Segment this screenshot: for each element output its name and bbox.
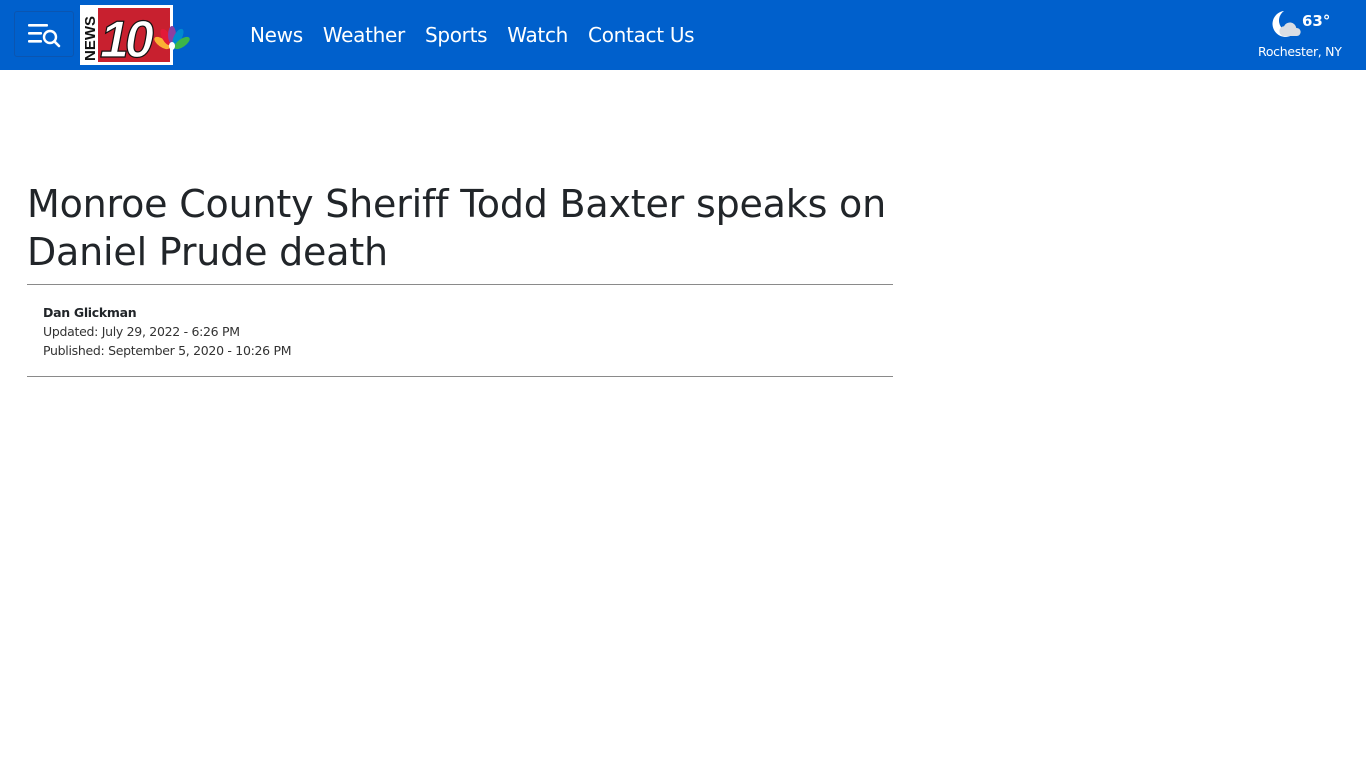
news10-logo[interactable]: NEWS 10 bbox=[80, 5, 190, 70]
article-updated: Updated: July 29, 2022 - 6:26 PM bbox=[43, 324, 240, 339]
article-byline: Dan Glickman Updated: July 29, 2022 - 6:… bbox=[27, 285, 893, 376]
logo-news-text: NEWS bbox=[82, 16, 99, 61]
article-author[interactable]: Dan Glickman bbox=[43, 303, 877, 322]
article: Monroe County Sheriff Todd Baxter speaks… bbox=[27, 180, 893, 377]
menu-search-icon bbox=[28, 24, 61, 48]
divider bbox=[27, 376, 893, 377]
menu-search-button[interactable] bbox=[14, 11, 74, 57]
weather-location: Rochester, NY bbox=[1258, 44, 1342, 59]
moon-cloud-icon bbox=[1272, 11, 1301, 37]
nav-sports[interactable]: Sports bbox=[415, 0, 497, 70]
article-published: Published: September 5, 2020 - 10:26 PM bbox=[43, 343, 292, 358]
nav-weather[interactable]: Weather bbox=[313, 0, 415, 70]
article-headline: Monroe County Sheriff Todd Baxter speaks… bbox=[27, 182, 886, 274]
weather-widget[interactable]: 63° Rochester, NY bbox=[1250, 6, 1350, 64]
nav-watch[interactable]: Watch bbox=[497, 0, 578, 70]
top-navigation-bar: NEWS 10 News Weather Sports Watch Contac… bbox=[0, 0, 1366, 70]
main-nav: News Weather Sports Watch Contact Us bbox=[240, 0, 704, 70]
logo-number-text: 10 bbox=[100, 11, 154, 65]
nav-news[interactable]: News bbox=[240, 0, 313, 70]
weather-temperature: 63° bbox=[1302, 12, 1331, 30]
nav-contact-us[interactable]: Contact Us bbox=[578, 0, 704, 70]
